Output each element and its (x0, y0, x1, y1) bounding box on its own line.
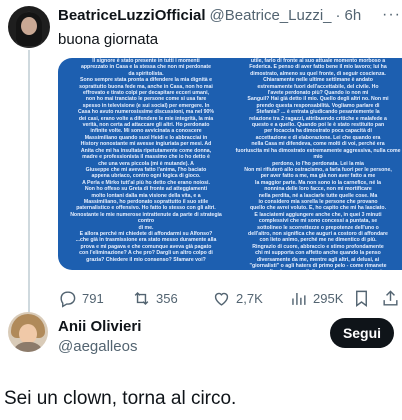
media-text-line: paternalistico e offensivo. Ho fatto lo … (76, 205, 216, 212)
media-page-right: utile, farlo di fronte al suo attuale mo… (234, 58, 402, 270)
retweet-count: 356 (156, 291, 178, 306)
reply-author-avatar[interactable] (8, 312, 48, 352)
media-text-line: non ho mai tranciato le persone come si … (85, 96, 207, 103)
tweet-header: BeatriceLuzziOfficial @Beatrice_Luzzi_ ·… (58, 7, 361, 24)
like-button[interactable]: 2,7K (212, 289, 263, 308)
media-text-line: apprezzato in Casa e la stessa che non m… (80, 64, 212, 71)
views-count: 295K (313, 291, 344, 306)
retweet-icon (134, 291, 149, 306)
heart-icon (214, 292, 229, 306)
separator-dot: · (335, 7, 341, 24)
avatar-face (21, 17, 37, 35)
media-text-line: grazia? Chiedere il mio consenso? Sfamar… (86, 256, 206, 263)
reply-count: 791 (82, 291, 104, 306)
tweet-text: buona giornata (58, 31, 159, 48)
media-text-line: History nonostante mi avesse ingiuriata … (80, 141, 212, 148)
views-button[interactable]: 295K (289, 289, 343, 308)
reply-button[interactable]: 791 (58, 289, 104, 308)
bookmark-icon (356, 290, 367, 308)
media-text-line: fuoriuscita mi ha dimostrato estremament… (235, 147, 401, 161)
more-options-icon[interactable]: ··· (382, 6, 401, 24)
media-text-line: madre e professionista il massimo che io… (82, 154, 210, 161)
media-text-line: Sanguil? Hai già detto il mio. Quello de… (247, 96, 389, 103)
share-button[interactable] (381, 289, 402, 308)
media-text-line: con lieto animo, perché me ne dimentico … (259, 237, 377, 244)
tweet-actions: 791 356 2,7K 295K (58, 289, 402, 313)
reply-author-handle[interactable]: @aegalleos (58, 338, 137, 355)
thread-line (28, 50, 30, 352)
media-text-line: Stefania? ... è entrata giudicando pesan… (256, 109, 380, 116)
author-avatar[interactable] (8, 6, 50, 48)
reply-text: Sei un clown, torna al circo. (4, 388, 237, 409)
media-text-line: ...che già in trasmissione era stato mes… (75, 237, 217, 244)
media-text-line: con quello che vengo di dire... se lo co… (234, 269, 402, 270)
media-text-line: Nonostante le mie numerose intrattenute … (70, 211, 222, 225)
views-chart-icon (292, 292, 306, 305)
media-text-line: con l'eliminazione? A che pro? Dargli un… (79, 250, 213, 257)
media-text-line: Casa ho avuto numerosissime discussioni,… (77, 109, 215, 116)
media-text-line: Non ho offeso su Greta di fronte ad atte… (84, 186, 208, 193)
reply-icon (60, 291, 76, 308)
media-text-line: Sono sempre stata pronta a difendere la … (79, 77, 213, 84)
media-text-line: chi mi supporta con affetto anche quando… (255, 250, 381, 257)
reply-author-display-name[interactable]: Anii Olivieri (58, 318, 141, 335)
author-handle[interactable]: @Beatrice_Luzzi_ (210, 7, 332, 24)
tweet-media-image[interactable]: Il signore è stato presente in tutti i m… (58, 58, 402, 270)
media-text-line: Federica. E penso di aver fatto bene il … (249, 64, 387, 71)
media-text-line: nella Casa mi difendeva, come molti di v… (251, 141, 385, 148)
avatar-face (19, 324, 37, 344)
author-display-name[interactable]: BeatriceLuzziOfficial (58, 7, 206, 24)
media-text-line: quello che avrei voluto. E, ho capito ch… (249, 205, 387, 212)
follow-button[interactable]: Segui (330, 318, 394, 348)
retweet-button[interactable]: 356 (132, 289, 178, 308)
tweet-timestamp[interactable]: 6h (345, 7, 362, 24)
avatar-body (12, 342, 44, 352)
media-text-line: complessivi che mi sono concessi a punta… (258, 218, 378, 225)
media-text-line: nella perdita, né a lasciarle tutte quel… (258, 192, 378, 199)
bookmark-button[interactable] (352, 289, 376, 308)
like-count: 2,7K (236, 291, 263, 306)
share-icon (383, 290, 398, 306)
media-page-left: Il signore è stato presente in tutti i m… (64, 58, 228, 270)
